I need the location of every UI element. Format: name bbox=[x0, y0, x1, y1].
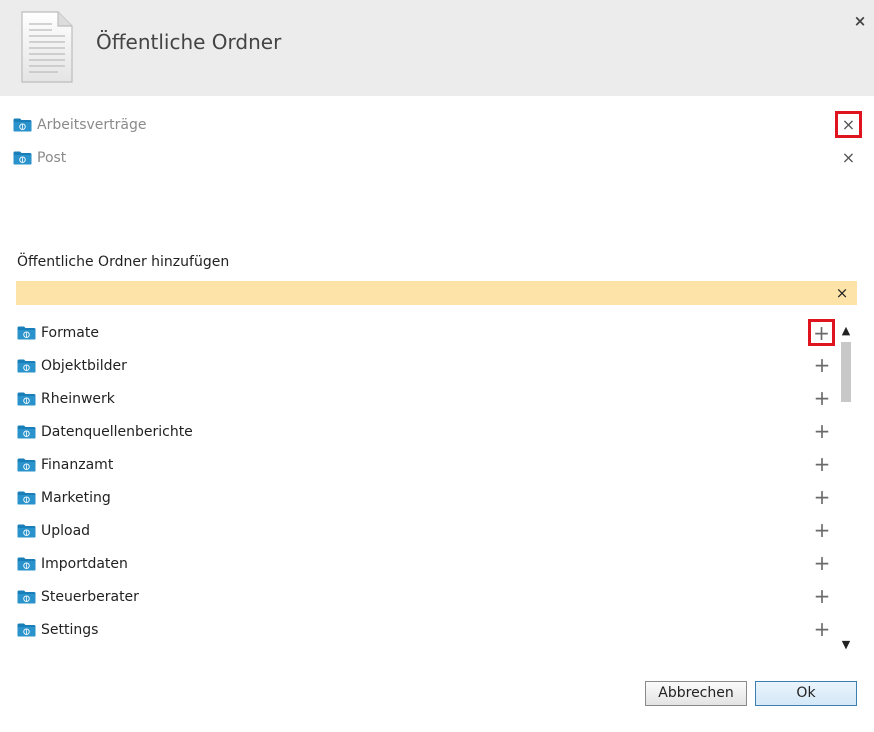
public-folder-icon bbox=[17, 524, 36, 538]
add-folder-button[interactable]: + bbox=[810, 453, 834, 477]
public-folder-icon bbox=[17, 590, 36, 604]
cancel-button[interactable]: Abbrechen bbox=[645, 681, 747, 706]
folder-list-item: Marketing + bbox=[0, 483, 834, 516]
add-folder-button[interactable]: + bbox=[810, 486, 834, 510]
add-folder-button[interactable]: + bbox=[810, 618, 834, 642]
public-folder-icon bbox=[17, 458, 36, 472]
ok-button[interactable]: Ok bbox=[755, 681, 857, 706]
folder-list-item: Rheinwerk + bbox=[0, 384, 834, 417]
folder-list-item: Settings + bbox=[0, 615, 834, 648]
dialog-close-button[interactable]: × bbox=[851, 12, 869, 30]
public-folder-icon bbox=[17, 359, 36, 373]
folder-label: Upload bbox=[41, 523, 91, 539]
folder-label: Settings bbox=[41, 622, 99, 638]
add-folder-button[interactable]: + bbox=[810, 585, 834, 609]
folder-list-item: Finanzamt + bbox=[0, 450, 834, 483]
folder-list-item: Importdaten + bbox=[0, 549, 834, 582]
folder-list-item: Formate + bbox=[0, 318, 835, 351]
folder-list-item: Upload + bbox=[0, 516, 834, 549]
public-folder-icon bbox=[17, 392, 36, 406]
public-folder-icon bbox=[13, 118, 32, 132]
folder-label: Datenquellenberichte bbox=[41, 424, 193, 440]
remove-folder-button[interactable]: × bbox=[835, 111, 862, 138]
folder-label: Rheinwerk bbox=[41, 391, 115, 407]
folder-list-item: Steuerberater + bbox=[0, 582, 834, 615]
dialog-title: Öffentliche Ordner bbox=[96, 30, 282, 54]
remove-folder-button[interactable]: × bbox=[838, 147, 859, 168]
selected-folder-label: Post bbox=[37, 150, 67, 166]
folder-label: Objektbilder bbox=[41, 358, 127, 374]
available-folder-list: Formate + Objektbilder + Rheinwerk + Datenquel… bbox=[0, 318, 874, 648]
folder-search-bar: × bbox=[16, 281, 857, 305]
selected-folder-item: Post × bbox=[0, 147, 874, 175]
public-folder-icon bbox=[17, 557, 36, 571]
scrollbar-thumb[interactable] bbox=[841, 342, 851, 402]
folder-label: Steuerberater bbox=[41, 589, 139, 605]
clear-search-button[interactable]: × bbox=[832, 283, 852, 303]
public-folder-icon bbox=[17, 425, 36, 439]
scroll-up-arrow-icon[interactable]: ▲ bbox=[839, 325, 853, 337]
document-icon bbox=[21, 11, 73, 83]
public-folder-icon bbox=[17, 491, 36, 505]
add-folder-button[interactable]: + bbox=[808, 319, 835, 346]
public-folder-icon bbox=[13, 151, 32, 165]
add-folders-heading: Öffentliche Ordner hinzufügen bbox=[17, 254, 230, 270]
add-folder-button[interactable]: + bbox=[810, 354, 834, 378]
add-folder-button[interactable]: + bbox=[810, 519, 834, 543]
folder-label: Importdaten bbox=[41, 556, 128, 572]
add-folder-button[interactable]: + bbox=[810, 387, 834, 411]
folder-list-item: Objektbilder + bbox=[0, 351, 834, 384]
folder-label: Finanzamt bbox=[41, 457, 114, 473]
scroll-down-arrow-icon[interactable]: ▼ bbox=[839, 639, 853, 651]
add-folder-button[interactable]: + bbox=[810, 552, 834, 576]
selected-folder-label: Arbeitsverträge bbox=[37, 117, 147, 133]
add-folder-button[interactable]: + bbox=[810, 420, 834, 444]
folder-label: Marketing bbox=[41, 490, 111, 506]
folder-list-item: Datenquellenberichte + bbox=[0, 417, 834, 450]
public-folder-icon bbox=[17, 623, 36, 637]
selected-folder-item: Arbeitsverträge × bbox=[0, 111, 874, 142]
folder-label: Formate bbox=[41, 325, 99, 341]
folder-search-input[interactable] bbox=[20, 283, 824, 305]
dialog-header: Öffentliche Ordner × bbox=[0, 0, 874, 96]
public-folder-icon bbox=[17, 326, 36, 340]
